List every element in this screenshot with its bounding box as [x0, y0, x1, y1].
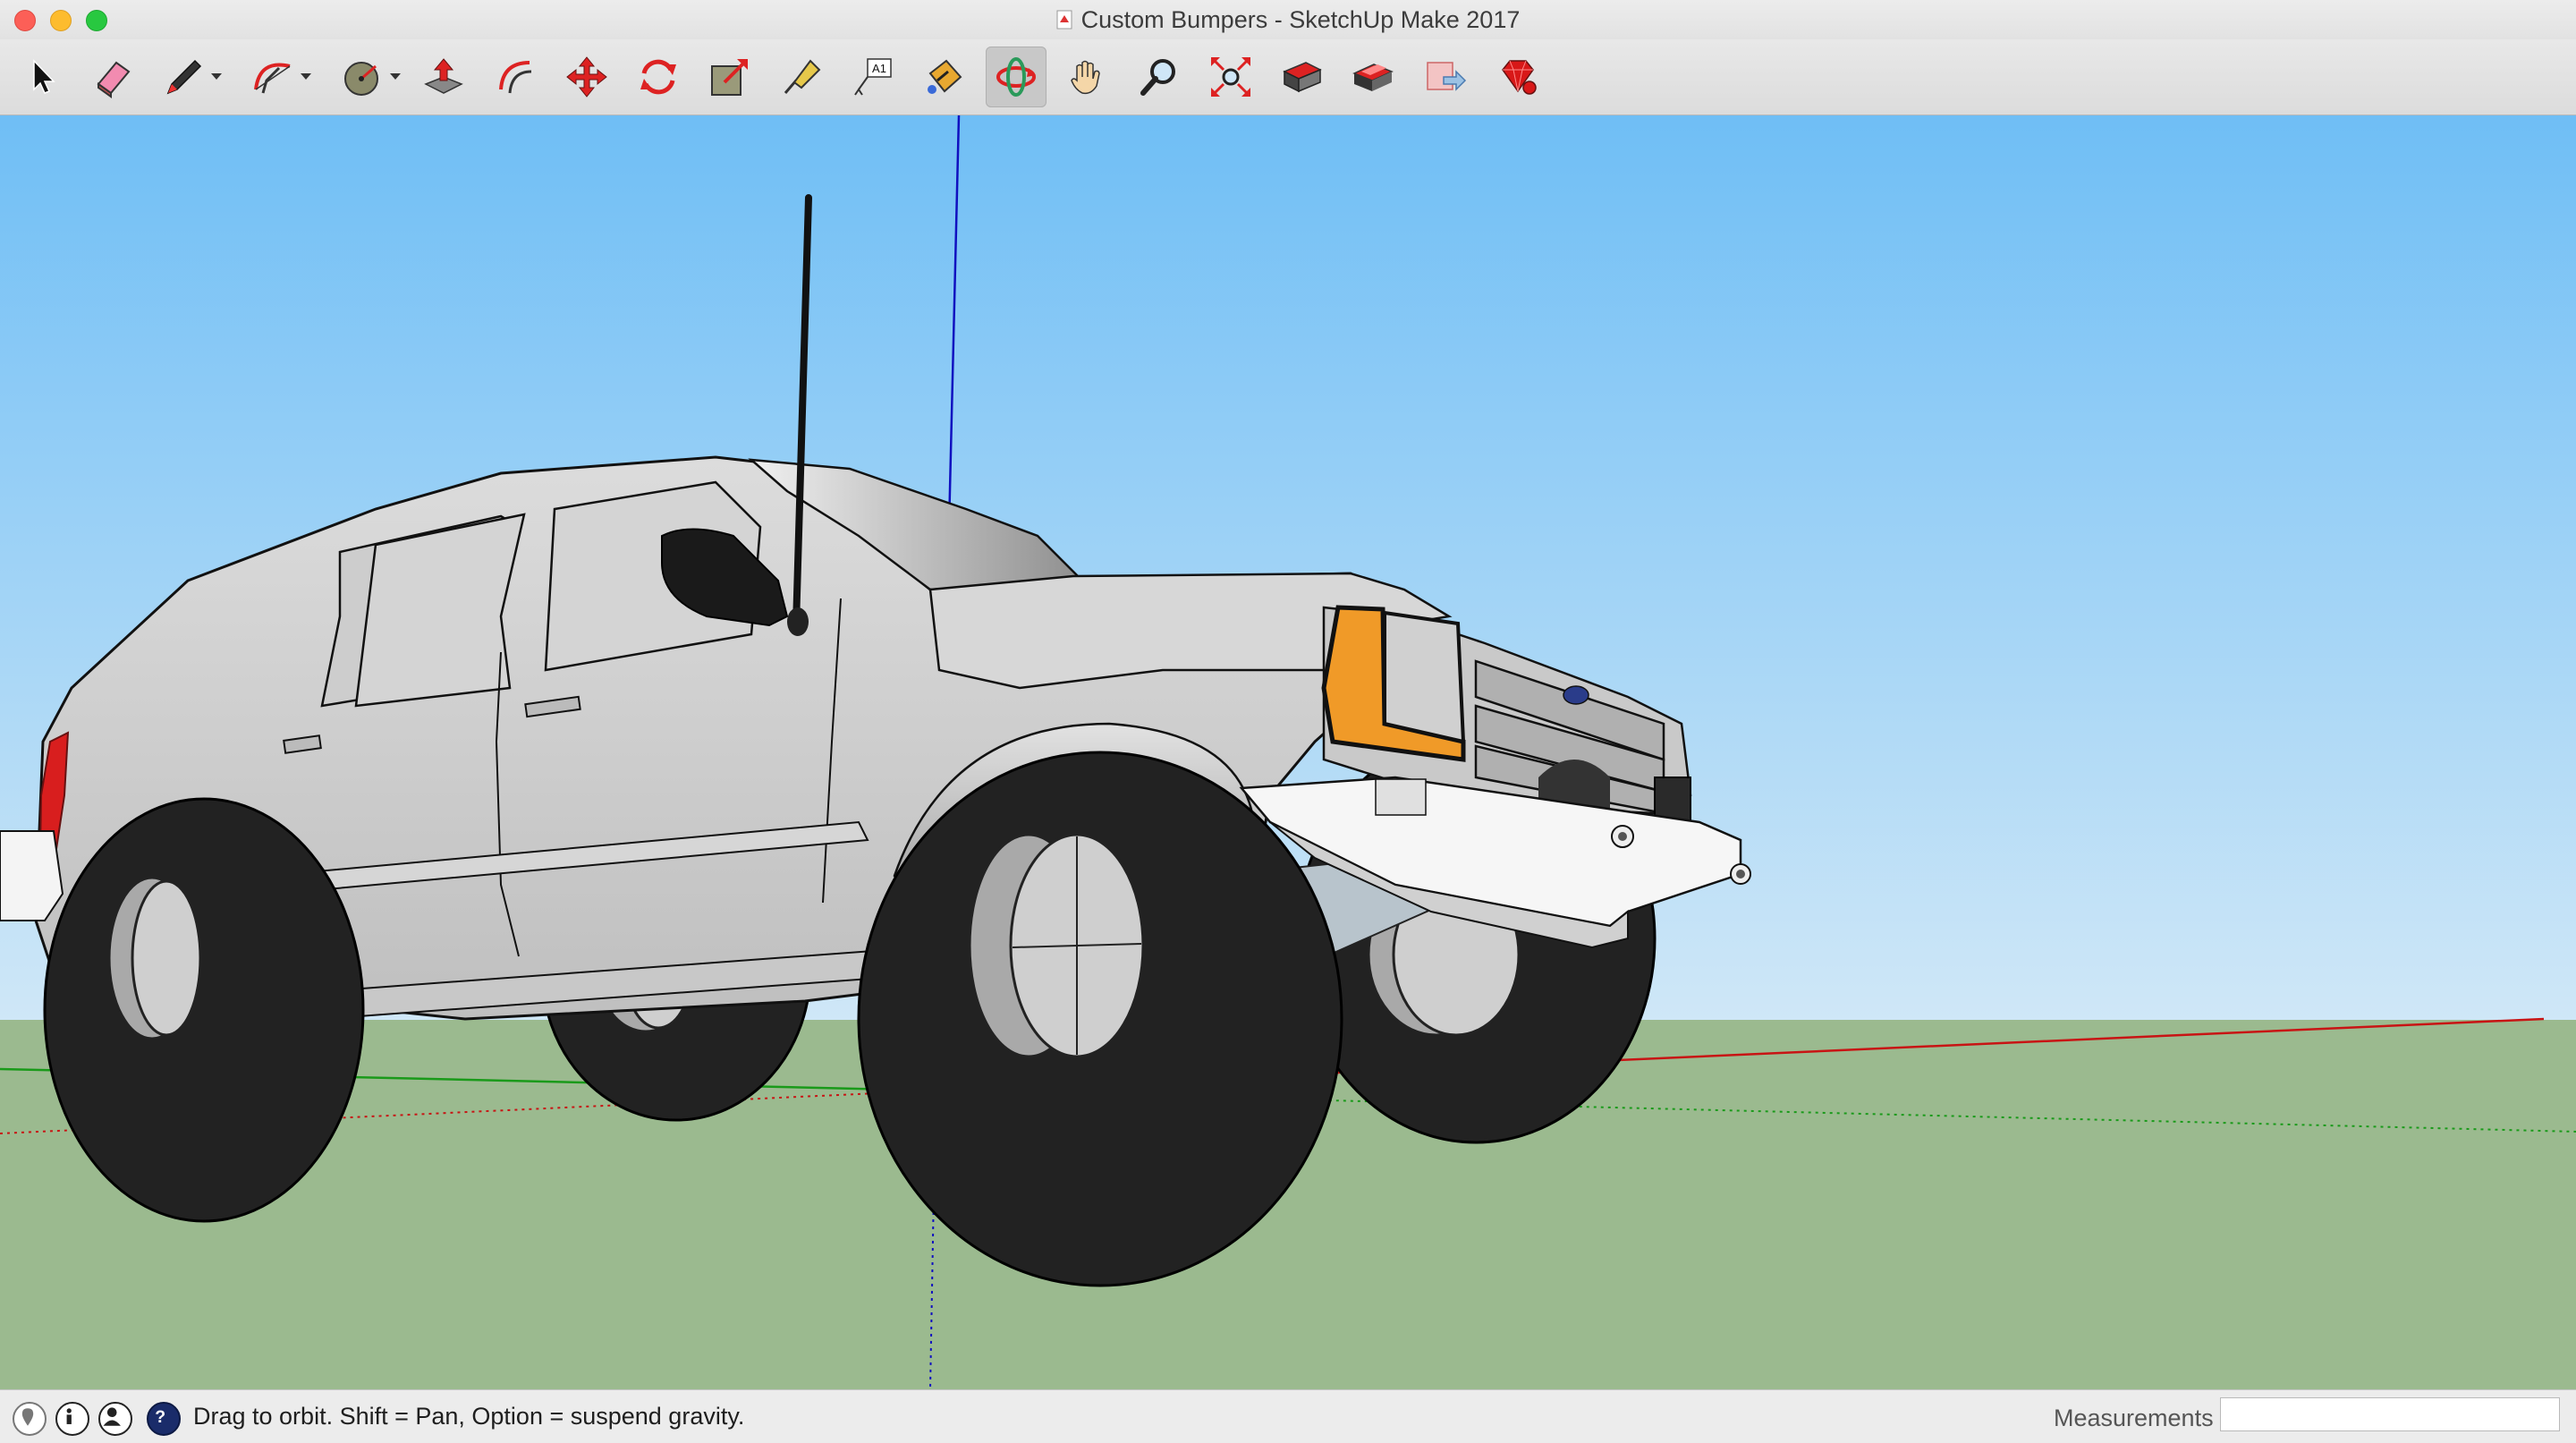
chevron-down-icon [301, 73, 311, 80]
tape-measure-icon [784, 59, 821, 94]
select-tool-button[interactable] [11, 47, 72, 107]
rear-bumper [0, 830, 64, 921]
measurements-input[interactable] [2220, 1397, 2560, 1431]
scene-canvas [0, 115, 2576, 1389]
share-model-icon [1427, 62, 1467, 91]
paint-bucket-tool-button[interactable] [914, 47, 975, 107]
grille-emblem [1563, 685, 1589, 705]
chevron-down-icon [211, 73, 222, 80]
share-component-icon [1352, 64, 1394, 91]
offset-icon [499, 61, 532, 94]
share-component-tool-button[interactable] [1343, 47, 1404, 107]
warehouse-icon [1283, 62, 1322, 93]
bumper-bolt [1611, 825, 1634, 848]
pencil-icon [166, 59, 202, 95]
zoom-extents-tool-button[interactable] [1200, 47, 1261, 107]
push-pull-icon [424, 58, 463, 94]
hand-icon [1071, 60, 1100, 95]
scale-tool-button[interactable] [699, 47, 760, 107]
bumper-bracket [1375, 778, 1427, 816]
rotate-icon [640, 59, 676, 95]
text-tool-label: A1 [872, 62, 886, 75]
status-hint: Drag to orbit. Shift = Pan, Option = sus… [193, 1403, 745, 1430]
bumper-bolt [1730, 863, 1751, 885]
move-arrows-icon [566, 56, 607, 98]
zoom-extents-icon [1211, 57, 1250, 97]
text-tool-button[interactable]: A1 [843, 47, 903, 107]
share-model-tool-button[interactable] [1415, 47, 1476, 107]
text-label-icon: A1 [854, 58, 892, 96]
arrow-cursor-icon [33, 59, 55, 94]
shapes-tool-button[interactable] [333, 47, 401, 107]
circle-shape-icon [344, 62, 378, 96]
front-near-wheel [857, 751, 1343, 1287]
credits-icon[interactable] [55, 1402, 89, 1436]
offset-tool-button[interactable] [485, 47, 546, 107]
title-bar: Custom Bumpers - SketchUp Make 2017 [0, 0, 2576, 39]
sketchup-window: Custom Bumpers - SketchUp Make 2017 A1 ?… [0, 0, 2576, 1443]
window-title: Custom Bumpers - SketchUp Make 2017 [1080, 5, 1521, 33]
tape-measure-tool-button[interactable] [771, 47, 832, 107]
title-group: Custom Bumpers - SketchUp Make 2017 [0, 0, 2576, 39]
eraser-icon [97, 61, 131, 98]
headlight-lens [1383, 610, 1466, 744]
scale-icon [711, 59, 748, 96]
pan-tool-button[interactable] [1057, 47, 1118, 107]
sign-in-icon[interactable] [98, 1402, 132, 1436]
paint-bucket-icon [928, 59, 962, 94]
orbit-icon [996, 57, 1036, 97]
extension-warehouse-tool-button[interactable] [1487, 47, 1547, 107]
arc-tool-button[interactable] [243, 47, 311, 107]
rear-near-wheel [43, 797, 365, 1223]
chevron-down-icon [390, 73, 401, 80]
document-icon [1056, 10, 1072, 30]
line-tool-button[interactable] [154, 47, 222, 107]
model-viewport[interactable] [0, 115, 2576, 1389]
push-pull-tool-button[interactable] [413, 47, 474, 107]
status-bar: ? Drag to orbit. Shift = Pan, Option = s… [0, 1389, 2576, 1443]
zoom-tool-button[interactable] [1129, 47, 1190, 107]
ruby-gem-icon [1502, 60, 1537, 95]
main-toolbar: A1 [0, 39, 2576, 115]
magnifier-icon [1140, 59, 1175, 96]
svg-text:?: ? [155, 1407, 165, 1427]
orbit-tool-button[interactable] [986, 47, 1046, 107]
instructor-help-icon[interactable]: ? [147, 1402, 181, 1436]
3d-warehouse-tool-button[interactable] [1272, 47, 1333, 107]
geo-location-icon[interactable] [13, 1402, 47, 1436]
arc-icon [254, 63, 291, 94]
move-tool-button[interactable] [556, 47, 617, 107]
rotate-tool-button[interactable] [628, 47, 689, 107]
measurements-label: Measurements [2054, 1405, 2214, 1431]
eraser-tool-button[interactable] [82, 47, 143, 107]
